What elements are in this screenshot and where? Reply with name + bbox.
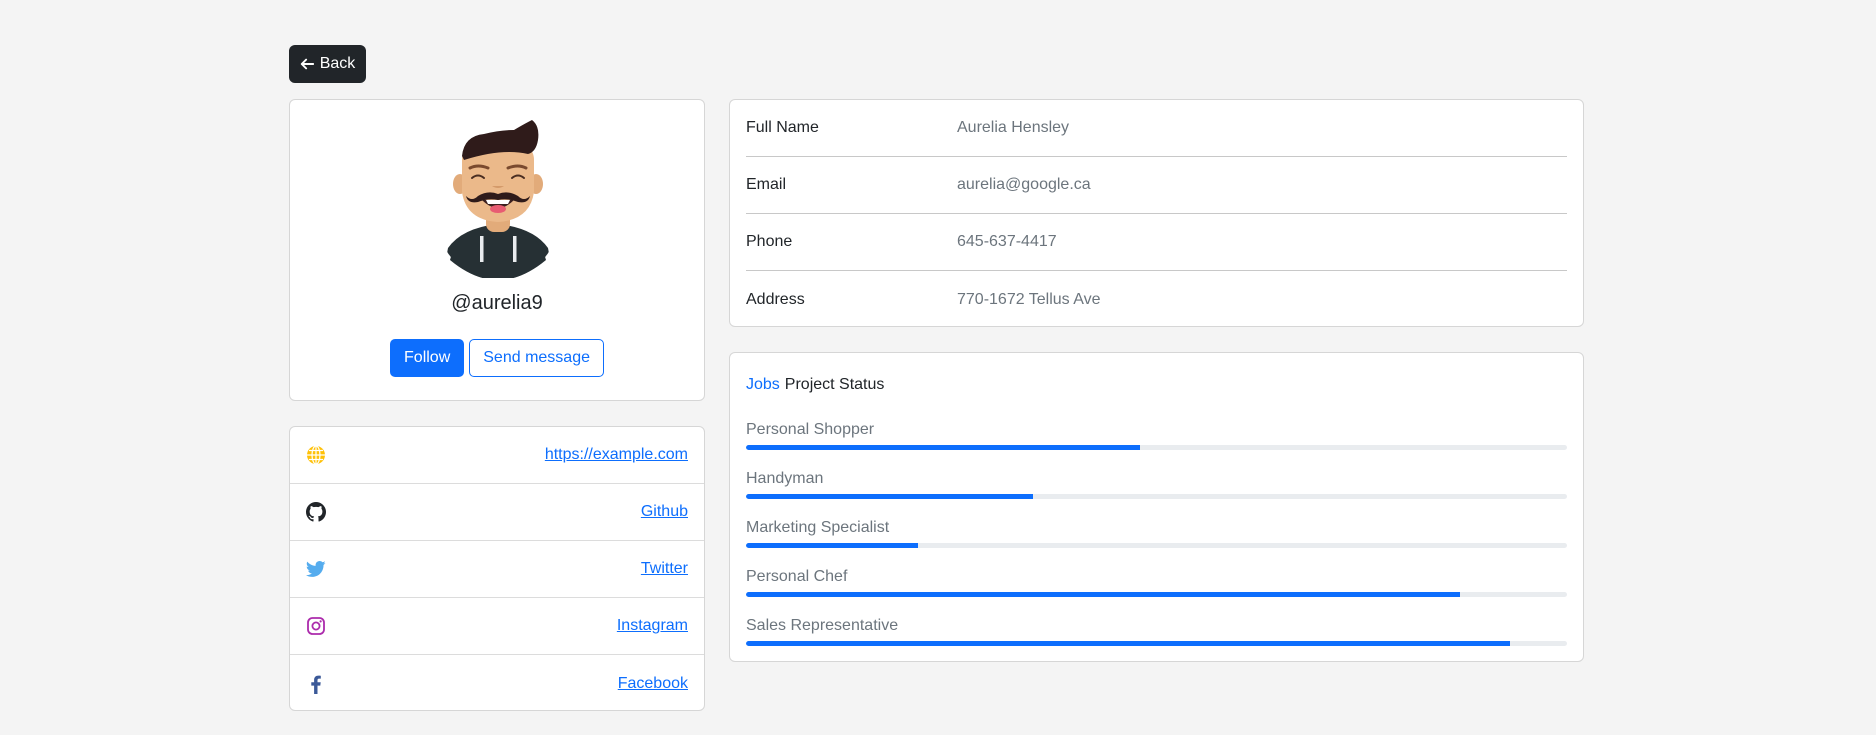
progress-fill — [746, 543, 919, 548]
social-links-card: https://example.com Github Twitter Insta… — [289, 426, 705, 711]
detail-row-full-name: Full Name Aurelia Hensley — [746, 100, 1567, 157]
github-icon — [306, 502, 326, 522]
job-progress-list: Personal Shopper Handyman Marketing Spec… — [746, 419, 1567, 646]
jobs-heading-title: Project Status — [784, 376, 885, 393]
detail-value: aurelia@google.ca — [957, 176, 1091, 193]
progress-track — [746, 494, 1567, 499]
username: @aurelia9 — [451, 292, 543, 314]
progress-track — [746, 445, 1567, 450]
job-progress-item: Personal Shopper — [746, 419, 1567, 450]
job-label: Sales Representative — [746, 617, 899, 634]
job-label: Personal Shopper — [746, 421, 875, 438]
social-link-instagram: Instagram — [290, 598, 704, 655]
detail-value: Aurelia Hensley — [957, 119, 1070, 136]
website-link[interactable]: https://example.com — [545, 446, 688, 464]
social-link-twitter: Twitter — [290, 541, 704, 598]
github-link[interactable]: Github — [641, 503, 688, 521]
progress-fill — [746, 592, 1461, 597]
job-progress-item: Handyman — [746, 468, 1567, 499]
job-label: Handyman — [746, 470, 824, 487]
arrow-left-icon — [300, 58, 314, 70]
jobs-heading-accent: Jobs — [746, 376, 780, 393]
back-button[interactable]: Back — [289, 45, 366, 83]
progress-fill — [746, 641, 1510, 646]
facebook-icon — [311, 675, 321, 694]
job-label: Marketing Specialist — [746, 519, 890, 536]
progress-track — [746, 543, 1567, 548]
twitter-icon — [306, 561, 326, 577]
back-button-label: Back — [319, 55, 356, 72]
profile-card: @aurelia9 Follow Send message — [289, 99, 705, 401]
detail-value: 770-1672 Tellus Ave — [957, 290, 1101, 308]
avatar — [442, 120, 554, 278]
detail-row-email: Email aurelia@google.ca — [746, 157, 1567, 214]
job-progress-item: Marketing Specialist — [746, 517, 1567, 548]
jobs-heading: Jobs Project Status — [746, 373, 1567, 397]
user-details-card: Full Name Aurelia Hensley Email aurelia@… — [729, 99, 1584, 327]
social-link-facebook: Facebook — [290, 655, 704, 712]
detail-label: Phone — [746, 233, 793, 250]
progress-fill — [746, 445, 1141, 450]
social-link-website: https://example.com — [290, 427, 704, 484]
project-status-card: Jobs Project Status Personal Shopper Hand… — [729, 352, 1584, 662]
social-link-github: Github — [290, 484, 704, 541]
detail-label: Email — [746, 176, 787, 193]
detail-value: 645-637-4417 — [957, 233, 1057, 250]
detail-row-phone: Phone 645-637-4417 — [746, 214, 1567, 271]
progress-track — [746, 592, 1567, 597]
job-progress-item: Sales Representative — [746, 615, 1567, 646]
progress-fill — [746, 494, 1034, 499]
instagram-icon — [307, 617, 325, 635]
instagram-link[interactable]: Instagram — [617, 617, 688, 635]
profile-actions: Follow Send message — [290, 339, 704, 377]
detail-label: Address — [746, 290, 805, 308]
detail-label: Full Name — [746, 119, 819, 136]
follow-button[interactable]: Follow — [390, 339, 465, 377]
detail-row-address: Address 770-1672 Tellus Ave — [746, 271, 1567, 328]
globe-icon — [307, 445, 325, 465]
job-progress-item: Personal Chef — [746, 566, 1567, 597]
twitter-link[interactable]: Twitter — [641, 560, 688, 578]
send-message-button[interactable]: Send message — [469, 339, 604, 377]
progress-track — [746, 641, 1567, 646]
facebook-link[interactable]: Facebook — [618, 675, 688, 693]
job-label: Personal Chef — [746, 568, 848, 585]
